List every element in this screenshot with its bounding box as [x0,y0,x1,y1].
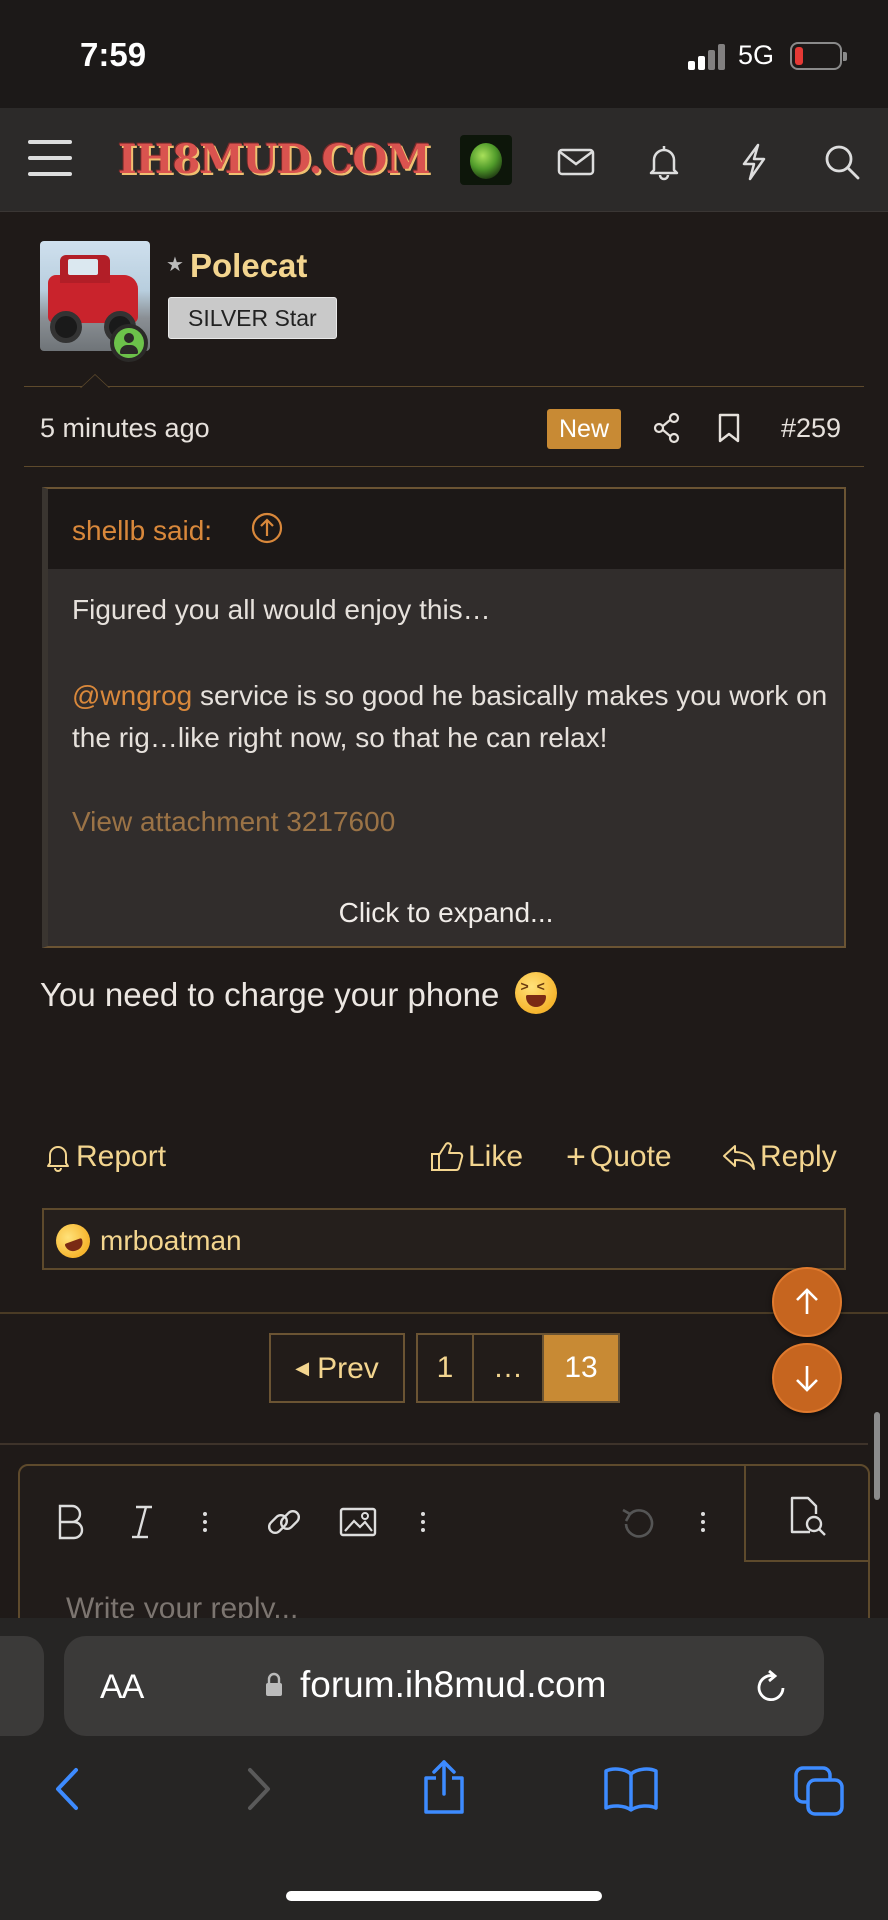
new-badge: New [547,409,621,449]
user-mention-link[interactable]: @wngrog [72,680,192,711]
page-jump-button[interactable]: … [474,1335,544,1401]
rofl-emoji-icon [51,1219,95,1263]
arrow-up-icon [796,1288,818,1314]
post-body-text: You need to charge your phone [40,976,500,1013]
page-1-button[interactable]: 1 [418,1335,474,1401]
laughing-emoji-icon [514,972,557,1014]
reaction-user[interactable]: mrboatman [100,1225,242,1257]
forum-nav-bar: IH8MUD.COM [0,108,888,212]
battery-icon [790,42,847,70]
tabs-icon[interactable] [792,1764,846,1818]
bold-icon[interactable] [54,1502,86,1542]
message-caret [80,374,110,388]
status-time: 7:59 [80,36,147,73]
italic-icon[interactable] [128,1502,156,1542]
arrow-up-circle-icon[interactable] [250,511,284,545]
home-indicator [286,1891,602,1901]
reader-settings-button[interactable]: AA [100,1668,144,1707]
lightning-icon[interactable] [734,142,774,182]
page-current[interactable]: 13 [544,1335,618,1401]
plus-icon: + [566,1138,586,1176]
site-logo[interactable]: IH8MUD.COM [118,136,431,183]
quote-label: Quote [589,1140,672,1173]
lock-icon [266,1672,282,1696]
divider [24,466,864,467]
share-icon[interactable] [418,1758,470,1816]
reload-icon[interactable] [754,1666,790,1706]
online-status-icon [110,324,148,362]
report-label: Report [76,1140,167,1173]
more-options-icon[interactable] [698,1502,708,1542]
url-text[interactable]: forum.ih8mud.com [300,1664,606,1706]
undo-icon[interactable] [618,1502,658,1542]
post-number-link[interactable]: #259 [781,413,841,444]
star-icon: ★ [166,254,184,276]
scroll-top-button[interactable] [772,1267,842,1337]
preview-button[interactable] [744,1466,868,1562]
quote-block: shellb said: Figured you all would enjoy… [42,487,846,948]
previous-tab-preview[interactable] [0,1636,44,1736]
reply-label: Reply [760,1140,837,1173]
quote-button[interactable]: + Quote [566,1140,672,1174]
reply-editor: Write your reply... [18,1464,870,1624]
bookmarks-icon[interactable] [602,1764,660,1814]
bell-icon[interactable] [644,142,684,182]
post-time[interactable]: 5 minutes ago [40,413,210,444]
reply-icon [723,1145,755,1170]
back-icon[interactable] [50,1764,84,1814]
signal-icon [688,44,728,70]
menu-icon[interactable] [28,138,72,178]
thumbs-up-icon [431,1142,464,1171]
share-icon[interactable] [652,412,682,444]
scrollbar[interactable] [874,1412,880,1500]
caret-left-icon: ◀ [295,1358,310,1378]
more-options-icon[interactable] [200,1502,210,1542]
divider [0,1443,868,1445]
link-icon[interactable] [264,1502,304,1542]
expand-quote-link[interactable]: Click to expand... [48,897,844,929]
status-bar: 7:59 5G [0,0,888,108]
quote-author-link[interactable]: shellb said: [72,515,212,547]
like-button[interactable]: Like [430,1140,523,1174]
divider [24,386,864,387]
quote-paragraph: @wngrog service is so good he basically … [72,675,832,759]
arrow-down-icon [796,1366,818,1392]
reactions-bar[interactable]: mrboatman [42,1208,846,1270]
divider [0,1312,888,1314]
network-label: 5G [738,40,775,70]
username[interactable]: Polecat [190,247,307,285]
pagination: 1 … 13 [416,1333,620,1403]
reply-button[interactable]: Reply [722,1140,837,1174]
quote-line: Figured you all would enjoy this… [72,594,491,625]
attachment-link[interactable]: View attachment 3217600 [72,801,832,843]
bell-icon [47,1146,69,1172]
search-icon[interactable] [822,142,862,182]
image-icon[interactable] [338,1502,378,1542]
bookmark-icon[interactable] [716,412,742,444]
quote-header: shellb said: [48,489,844,569]
forward-icon[interactable] [242,1764,276,1814]
prev-page-button[interactable]: ◀ Prev [269,1333,405,1403]
more-options-icon[interactable] [418,1502,428,1542]
user-title-badge: SILVER Star [168,297,337,339]
preview-search-icon [790,1496,826,1536]
prev-label: Prev [317,1352,379,1385]
mail-icon[interactable] [556,142,596,182]
like-label: Like [468,1140,524,1173]
scroll-bottom-button[interactable] [772,1343,842,1413]
report-button[interactable]: Report [44,1140,166,1174]
account-avatar[interactable] [460,135,512,185]
post-body: You need to charge your phone [40,972,557,1014]
